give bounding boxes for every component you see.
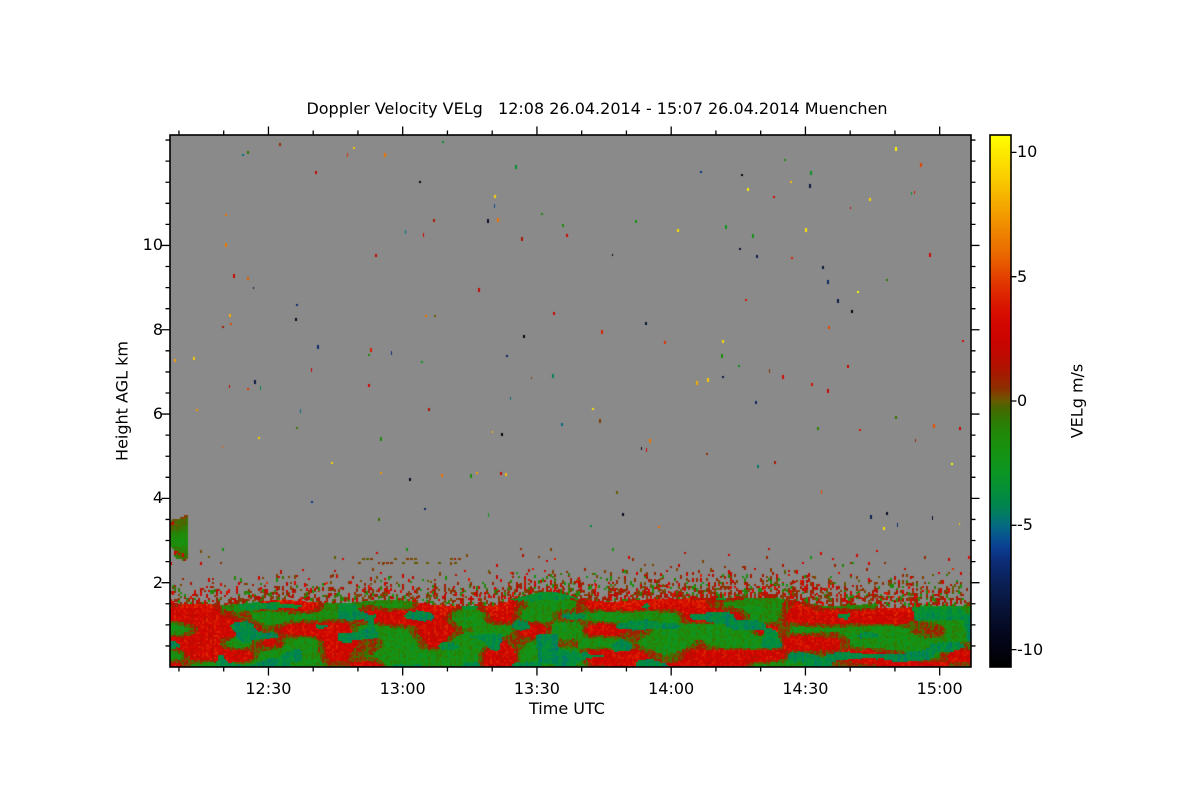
cbar-tick-label-10: 10 — [1017, 142, 1038, 162]
cbar-tick-label-m5: -5 — [1017, 515, 1033, 535]
heatmap-plot-canvas — [170, 135, 971, 667]
x-tick-label-1400: 14:00 — [648, 679, 695, 698]
x-axis-label: Time UTC — [529, 699, 605, 718]
x-tick-label-1300: 13:00 — [379, 679, 426, 698]
x-tick-label-1430: 14:30 — [782, 679, 829, 698]
y-axis-label: Height AGL km — [112, 341, 132, 461]
cbar-tick-label-m10: -10 — [1017, 639, 1044, 659]
colorbar-canvas — [990, 135, 1011, 667]
x-tick-label-1500: 15:00 — [916, 679, 963, 698]
page-title: Doppler Velocity VELg 12:08 26.04.2014 -… — [306, 99, 888, 118]
colorbar-label: VELg m/s — [1067, 363, 1087, 439]
doppler-velocity-plot-window: Doppler Velocity VELg 12:08 26.04.2014 -… — [0, 0, 1200, 800]
x-tick-label-1330: 13:30 — [513, 679, 560, 698]
y-tick-label-2: 2 — [152, 572, 163, 592]
y-tick-label-8: 8 — [152, 319, 163, 339]
y-tick-label-10: 10 — [142, 235, 163, 255]
y-tick-label-4: 4 — [152, 488, 163, 508]
x-tick-label-1230: 12:30 — [245, 679, 292, 698]
cbar-tick-label-0: 0 — [1017, 391, 1028, 410]
cbar-tick-label-5: 5 — [1017, 266, 1028, 286]
